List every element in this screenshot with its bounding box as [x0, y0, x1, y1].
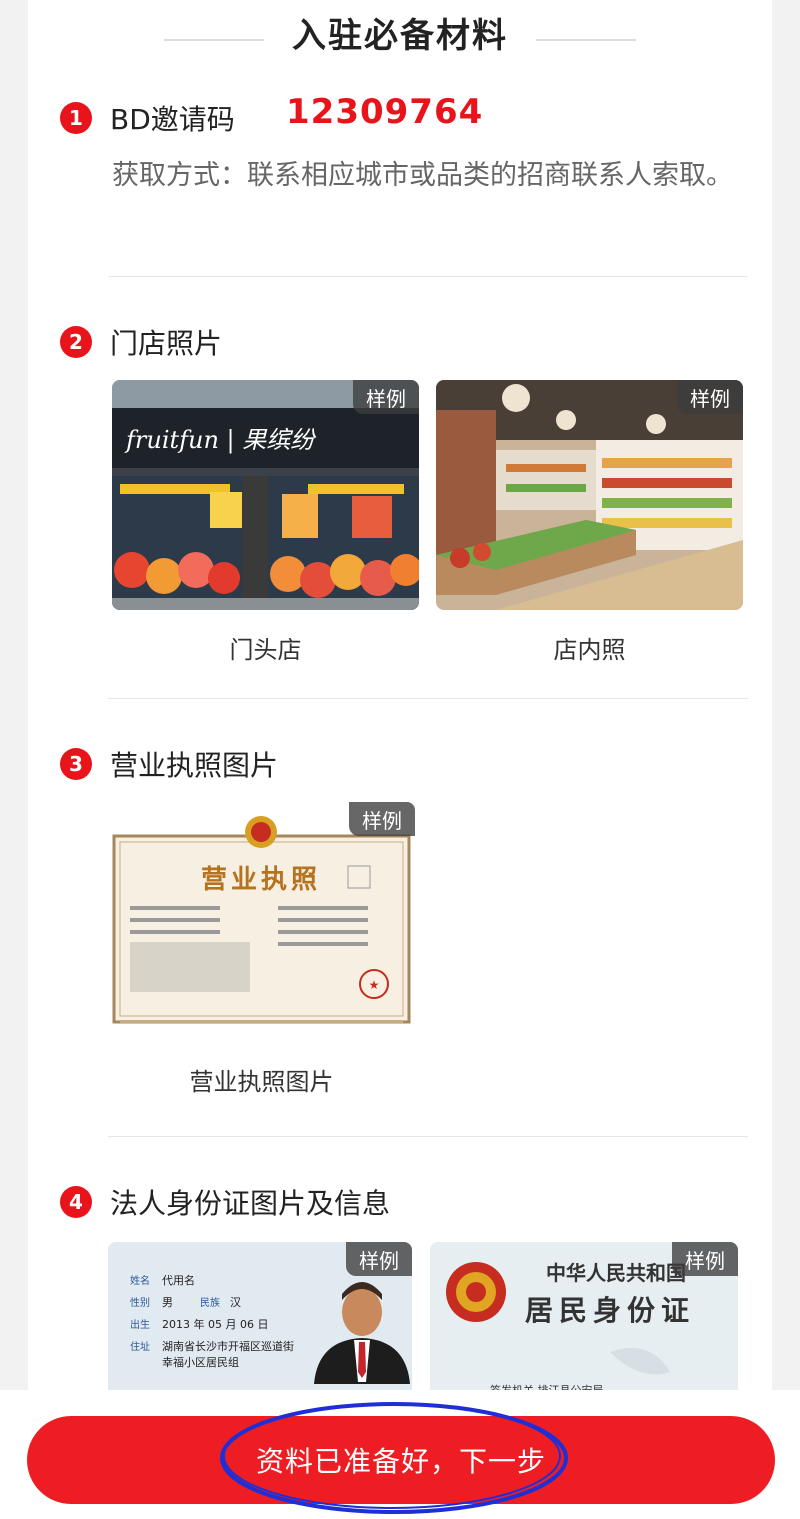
section-divider [108, 276, 748, 277]
section-bd-code-header: 1 BD邀请码 [60, 98, 235, 138]
id-card-front-sample-image[interactable]: 姓名 性别 民族 出生 住址 代用名 男 汉 2013 年 05 月 06 日 … [108, 1242, 412, 1402]
id-birth-value: 2013 年 05 月 06 日 [162, 1317, 268, 1331]
section-business-license-header: 3 营业执照图片 [60, 744, 278, 784]
id-name-value: 代用名 [162, 1273, 195, 1287]
section-divider [108, 698, 748, 699]
id-birth-label: 出生 [130, 1318, 150, 1331]
section-title: BD邀请码 [110, 103, 235, 136]
image-caption: 营业执照图片 [189, 1068, 334, 1096]
store-sign-text: fruitfun | 果缤纷 [124, 426, 317, 455]
id-sex-value: 男 [162, 1296, 173, 1309]
section-title: 门店照片 [110, 327, 223, 360]
bd-code-hint: 获取方式：联系相应城市或品类的招商联系人索取。 [112, 160, 733, 191]
id-name-label: 姓名 [130, 1274, 150, 1287]
id-sex-label: 性别 [130, 1296, 150, 1309]
image-caption: 店内照 [553, 636, 626, 664]
title-row: 入驻必备材料 [28, 8, 772, 56]
page-title: 入驻必备材料 [292, 16, 508, 56]
license-title-text: 营业执照 [201, 865, 321, 895]
id-addr-line1: 湖南省长沙市开福区巡道街 [162, 1339, 294, 1353]
id-addr-line2: 幸福小区居民组 [162, 1355, 239, 1369]
id-addr-label: 住址 [130, 1340, 150, 1353]
section-divider [108, 1136, 748, 1137]
sample-tag: 样例 [353, 380, 419, 414]
section-title: 法人身份证图片及信息 [110, 1187, 391, 1220]
storefront-photo: fruitfun | 果缤纷 [112, 380, 419, 610]
title-divider-right [536, 39, 636, 41]
section-title: 营业执照图片 [110, 749, 279, 782]
id-country-text: 中华人民共和国 [546, 1261, 686, 1285]
business-license-sample-image[interactable]: 营业执照 ★ 样例 [108, 802, 415, 1032]
sample-tag: 样例 [349, 802, 415, 836]
sample-tag: 样例 [346, 1242, 412, 1276]
section-store-photos-header: 2 门店照片 [60, 322, 222, 362]
id-ethnic-value: 汉 [230, 1296, 241, 1309]
step-number-badge: 2 [60, 326, 92, 358]
materials-card: 入驻必备材料 1 BD邀请码 12309764 获取方式：联系相应城市或品类的招… [28, 0, 772, 1402]
image-caption: 门头店 [229, 636, 302, 664]
sample-tag: 样例 [677, 380, 743, 414]
storefront-sample-image[interactable]: fruitfun | 果缤纷 样例 [112, 380, 419, 610]
business-license-photo: 营业执照 ★ [108, 802, 415, 1032]
step-number-badge: 4 [60, 1186, 92, 1218]
step-number-badge: 1 [60, 102, 92, 134]
sample-tag: 样例 [672, 1242, 738, 1276]
bd-invite-code: 12309764 [286, 92, 484, 132]
section-legal-id-header: 4 法人身份证图片及信息 [60, 1182, 390, 1222]
id-card-title: 居民身份证 [525, 1294, 695, 1327]
step-number-badge: 3 [60, 748, 92, 780]
next-step-button[interactable]: 资料已准备好，下一步 [27, 1416, 775, 1504]
interior-photo [436, 380, 743, 610]
store-interior-sample-image[interactable]: 样例 [436, 380, 743, 610]
seal-star-icon: ★ [369, 978, 380, 992]
id-card-back-sample-image[interactable]: 中华人民共和国 居民身份证 签发机关 排江县公安局 样例 [430, 1242, 738, 1402]
id-ethnic-label: 民族 [200, 1296, 220, 1309]
